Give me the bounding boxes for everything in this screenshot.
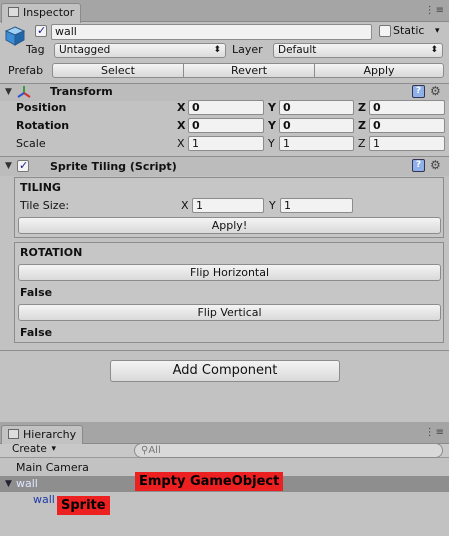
hierarchy-item-wall[interactable]: wall: [16, 477, 38, 491]
tiling-header: TILING: [20, 181, 61, 194]
scale-x-field[interactable]: 1: [188, 136, 264, 151]
rotation-z-field[interactable]: 0: [369, 118, 445, 133]
rotation-y-field[interactable]: 0: [279, 118, 354, 133]
position-x-field[interactable]: 0: [188, 100, 264, 115]
tile-y-label[interactable]: Y: [269, 199, 276, 213]
create-dropdown[interactable]: Create ▾: [8, 443, 58, 457]
inspector-tab-bar: Inspector ⋮≡: [0, 0, 449, 23]
create-label: Create: [12, 443, 47, 455]
prefab-select-button[interactable]: Select: [52, 63, 184, 78]
position-y-label[interactable]: Y: [268, 101, 276, 115]
flip-vertical-value: False: [20, 326, 53, 339]
position-label: Position: [16, 101, 67, 114]
layer-dropdown[interactable]: Default ⬍: [273, 43, 443, 58]
annotation-empty-gameobject: Empty GameObject: [135, 472, 284, 491]
tile-size-label: Tile Size:: [20, 199, 70, 212]
scale-label: Scale: [16, 137, 46, 150]
inspector-tab[interactable]: Inspector: [1, 3, 82, 23]
hierarchy-tab-icon: [8, 429, 19, 439]
transform-title: Transform: [50, 85, 113, 98]
annotation-sprite: Sprite: [57, 496, 110, 515]
sprite-tiling-foldout-icon[interactable]: ▼: [5, 161, 12, 171]
position-y-field[interactable]: 0: [279, 100, 354, 115]
apply-button[interactable]: Apply!: [18, 217, 441, 234]
add-component-button[interactable]: Add Component: [110, 360, 340, 382]
sprite-tiling-help-icon[interactable]: ?: [412, 159, 425, 172]
hierarchy-tab-bar: Hierarchy ⋮≡: [0, 422, 449, 445]
prefab-apply-button[interactable]: Apply: [314, 63, 444, 78]
hierarchy-tab[interactable]: Hierarchy: [1, 425, 84, 445]
gameobject-cube-icon: [4, 25, 26, 47]
hierarchy-window-options-icon[interactable]: ⋮≡: [425, 427, 445, 438]
tag-value: Untagged: [59, 44, 111, 56]
hierarchy-search-input[interactable]: ⚲All: [134, 443, 443, 458]
inspector-tab-icon: [8, 7, 19, 17]
search-placeholder: All: [148, 445, 161, 456]
component-list-divider: [0, 350, 449, 351]
wall-foldout-icon[interactable]: ▼: [5, 479, 12, 489]
flip-horizontal-value: False: [20, 286, 53, 299]
static-checkbox[interactable]: [379, 25, 391, 37]
create-dropdown-arrow-icon: ▾: [51, 444, 56, 454]
flip-vertical-button[interactable]: Flip Vertical: [18, 304, 441, 321]
tile-x-field[interactable]: 1: [192, 198, 264, 213]
transform-foldout-icon[interactable]: ▼: [5, 87, 12, 97]
sprite-tiling-title: Sprite Tiling (Script): [50, 160, 177, 173]
scale-y-field[interactable]: 1: [279, 136, 354, 151]
tag-dropdown-arrow-icon: ⬍: [213, 45, 221, 55]
position-z-label[interactable]: Z: [358, 101, 366, 115]
tag-label: Tag: [26, 43, 45, 56]
scale-x-label[interactable]: X: [177, 137, 185, 151]
prefab-revert-button[interactable]: Revert: [183, 63, 315, 78]
object-name-field[interactable]: wall: [51, 24, 372, 40]
transform-help-icon[interactable]: ?: [412, 85, 425, 98]
tile-y-field[interactable]: 1: [280, 198, 353, 213]
scale-z-label[interactable]: Z: [358, 137, 366, 151]
static-dropdown-arrow-icon[interactable]: ▾: [435, 24, 440, 38]
rotation-header: ROTATION: [20, 246, 83, 259]
tag-dropdown[interactable]: Untagged ⬍: [54, 43, 226, 58]
flip-horizontal-button[interactable]: Flip Horizontal: [18, 264, 441, 281]
sprite-tiling-enabled-checkbox[interactable]: [17, 159, 29, 172]
inspector-tab-label: Inspector: [23, 6, 75, 19]
rotation-x-label[interactable]: X: [177, 119, 185, 133]
layer-dropdown-arrow-icon: ⬍: [430, 45, 438, 55]
layer-label: Layer: [232, 43, 263, 56]
static-label: Static: [393, 24, 425, 37]
rotation-y-label[interactable]: Y: [268, 119, 276, 133]
hierarchy-item-wall-child[interactable]: wall: [33, 493, 55, 507]
layer-value: Default: [278, 44, 317, 56]
active-checkbox[interactable]: [35, 24, 47, 37]
rotation-label: Rotation: [16, 119, 70, 132]
rotation-x-field[interactable]: 0: [188, 118, 264, 133]
hierarchy-item-main-camera[interactable]: Main Camera: [16, 461, 89, 475]
scale-y-label[interactable]: Y: [268, 137, 275, 151]
window-options-icon[interactable]: ⋮≡: [425, 5, 445, 16]
transform-axes-icon: [17, 85, 31, 99]
tile-x-label[interactable]: X: [181, 199, 189, 213]
position-z-field[interactable]: 0: [369, 100, 445, 115]
rotation-z-label[interactable]: Z: [358, 119, 366, 133]
sprite-tiling-settings-gear-icon[interactable]: ⚙: [430, 158, 441, 172]
position-x-label[interactable]: X: [177, 101, 185, 115]
scale-z-field[interactable]: 1: [369, 136, 445, 151]
prefab-label: Prefab: [8, 64, 44, 77]
hierarchy-tab-label: Hierarchy: [23, 428, 77, 441]
transform-settings-gear-icon[interactable]: ⚙: [430, 84, 441, 98]
